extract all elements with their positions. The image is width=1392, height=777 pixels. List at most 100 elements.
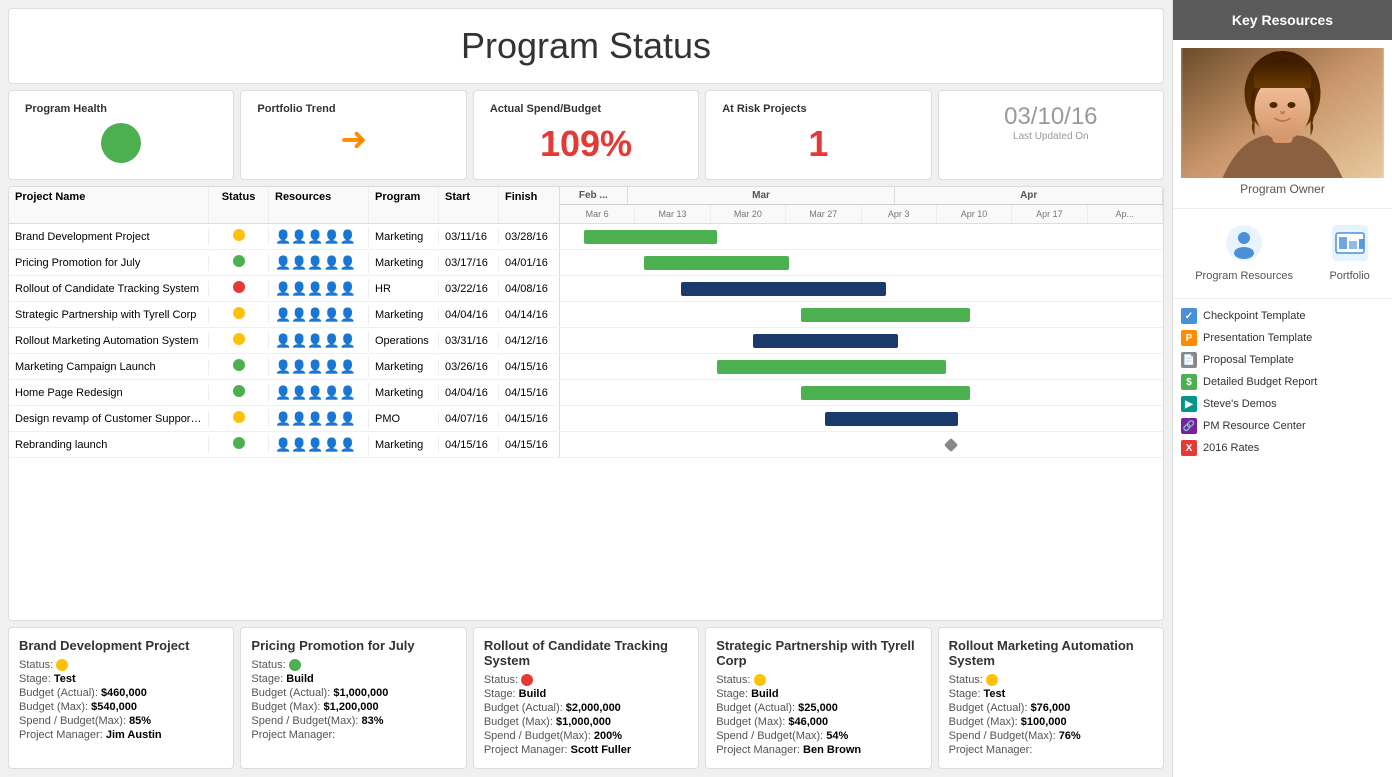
- resource-icon-filled: 👤: [324, 385, 340, 401]
- resource-icon-empty: 👤: [324, 411, 340, 427]
- card-pm-label: Project Manager:: [19, 729, 106, 741]
- kpi-actual-spend-label: Actual Spend/Budget: [490, 103, 682, 115]
- card-budget-max-row: Budget (Max): $1,200,000: [251, 701, 455, 713]
- resource-icon-filled: 👤: [307, 359, 323, 375]
- resource-icon-empty: 👤: [340, 281, 356, 297]
- project-card: Brand Development Project Status: Stage:…: [8, 627, 234, 769]
- gantt-row: [560, 380, 1163, 405]
- sidebar-link-proposal[interactable]: 📄 Proposal Template: [1181, 349, 1384, 371]
- table-row[interactable]: Rollout of Candidate Tracking System 👤👤👤…: [9, 276, 1163, 302]
- table-row[interactable]: Brand Development Project 👤👤👤👤👤 Marketin…: [9, 224, 1163, 250]
- cell-start: 04/04/16: [439, 385, 499, 401]
- card-pm-label: Project Manager:: [251, 729, 335, 741]
- card-budget-max-value: $46,000: [788, 716, 828, 728]
- table-row[interactable]: Rollout Marketing Automation System 👤👤👤👤…: [9, 328, 1163, 354]
- cell-start: 03/26/16: [439, 359, 499, 375]
- project-card: Rollout of Candidate Tracking System Sta…: [473, 627, 699, 769]
- kpi-at-risk-label: At Risk Projects: [722, 103, 914, 115]
- resource-icon-empty: 👤: [340, 359, 356, 375]
- resource-icon-filled: 👤: [291, 307, 307, 323]
- card-status-label: Status:: [949, 674, 986, 686]
- table-header: Project Name Status Resources Program St…: [9, 187, 1163, 224]
- sidebar-link-pm-resource-label: PM Resource Center: [1203, 420, 1306, 432]
- card-budget-actual-label: Budget (Actual):: [19, 687, 101, 699]
- gantt-container: [560, 406, 1163, 431]
- portfolio-trend-arrow: ➜: [257, 123, 449, 155]
- card-status-label: Status:: [484, 674, 521, 686]
- gantt-bar: [584, 230, 717, 244]
- card-stage-value: Test: [54, 673, 76, 685]
- card-budget-actual-label: Budget (Actual):: [484, 702, 566, 714]
- resource-icon-filled: 👤: [340, 385, 356, 401]
- card-spend-row: Spend / Budget(Max): 200%: [484, 730, 688, 742]
- sidebar-title: Key Resources: [1232, 12, 1333, 28]
- card-spend-value: 83%: [361, 715, 383, 727]
- sidebar-link-rates[interactable]: X 2016 Rates: [1181, 437, 1384, 459]
- card-stage-value: Build: [286, 673, 314, 685]
- row-left: Rollout of Candidate Tracking System 👤👤👤…: [9, 276, 560, 301]
- cell-resources: 👤👤👤👤👤: [269, 409, 369, 429]
- gantt-row: [560, 354, 1163, 379]
- gantt-container: [560, 250, 1163, 275]
- cell-resources: 👤👤👤👤👤: [269, 331, 369, 351]
- resource-icon-empty: 👤: [324, 333, 340, 349]
- table-row[interactable]: Rebranding launch 👤👤👤👤👤 Marketing 04/15/…: [9, 432, 1163, 458]
- cell-project-name: Rollout of Candidate Tracking System: [9, 281, 209, 297]
- card-status-label: Status:: [19, 659, 56, 671]
- card-budget-max-row: Budget (Max): $1,000,000: [484, 716, 688, 728]
- card-stage-value: Build: [519, 688, 547, 700]
- card-spend-label: Spend / Budget(Max):: [484, 730, 594, 742]
- card-pm-value: Ben Brown: [803, 744, 861, 756]
- table-row[interactable]: Marketing Campaign Launch 👤👤👤👤👤 Marketin…: [9, 354, 1163, 380]
- program-resources-icon: [1226, 225, 1262, 268]
- table-row[interactable]: Strategic Partnership with Tyrell Corp 👤…: [9, 302, 1163, 328]
- status-dot: [233, 281, 245, 293]
- kpi-portfolio-trend-label: Portfolio Trend: [257, 103, 449, 115]
- cell-project-name: Rollout Marketing Automation System: [9, 333, 209, 349]
- col-header-resources: Resources: [269, 187, 369, 223]
- portfolio-item[interactable]: Portfolio: [1321, 217, 1377, 290]
- gantt-bar: [753, 334, 898, 348]
- cell-program: Marketing: [369, 229, 439, 245]
- cell-status: [209, 435, 269, 454]
- sidebar-link-pm-resource[interactable]: 🔗 PM Resource Center: [1181, 415, 1384, 437]
- sidebar-icons-row: Program Resources Portfolio: [1173, 209, 1392, 299]
- sidebar-link-checkpoint[interactable]: ✓ Checkpoint Template: [1181, 305, 1384, 327]
- cell-finish: 04/15/16: [499, 359, 559, 375]
- sidebar: Key Resources: [1172, 0, 1392, 777]
- resource-icon-empty: 👤: [340, 229, 356, 245]
- resource-icon-empty: 👤: [275, 281, 291, 297]
- sidebar-link-demos[interactable]: ▶ Steve's Demos: [1181, 393, 1384, 415]
- owner-photo-svg: [1181, 48, 1384, 178]
- rates-icon: X: [1181, 440, 1197, 456]
- program-resources-item[interactable]: Program Resources: [1187, 217, 1301, 290]
- card-budget-max-row: Budget (Max): $100,000: [949, 716, 1153, 728]
- row-left: Rebranding launch 👤👤👤👤👤 Marketing 04/15/…: [9, 432, 560, 457]
- sidebar-link-presentation[interactable]: P Presentation Template: [1181, 327, 1384, 349]
- card-stage-row: Stage: Build: [716, 688, 920, 700]
- table-row[interactable]: Pricing Promotion for July 👤👤👤👤👤 Marketi…: [9, 250, 1163, 276]
- card-budget-actual-row: Budget (Actual): $2,000,000: [484, 702, 688, 714]
- card-pm-row: Project Manager: Jim Austin: [19, 729, 223, 741]
- cell-finish: 03/28/16: [499, 229, 559, 245]
- card-status-dot: [754, 674, 766, 686]
- card-spend-label: Spend / Budget(Max):: [251, 715, 361, 727]
- project-card: Pricing Promotion for July Status: Stage…: [240, 627, 466, 769]
- gantt-row: [560, 224, 1163, 249]
- cell-program: Marketing: [369, 255, 439, 271]
- cell-project-name: Pricing Promotion for July: [9, 255, 209, 271]
- sidebar-link-budget[interactable]: $ Detailed Budget Report: [1181, 371, 1384, 393]
- card-spend-row: Spend / Budget(Max): 76%: [949, 730, 1153, 742]
- program-resources-label: Program Resources: [1195, 270, 1293, 282]
- resource-icon-filled: 👤: [340, 437, 356, 453]
- status-dot: [233, 385, 245, 397]
- pm-resource-icon: 🔗: [1181, 418, 1197, 434]
- row-left: Rollout Marketing Automation System 👤👤👤👤…: [9, 328, 560, 353]
- cell-finish: 04/15/16: [499, 411, 559, 427]
- cell-program: Marketing: [369, 307, 439, 323]
- card-status-label: Status:: [251, 659, 288, 671]
- card-status-row: Status:: [251, 659, 455, 671]
- card-budget-actual-value: $1,000,000: [333, 687, 388, 699]
- table-row[interactable]: Home Page Redesign 👤👤👤👤👤 Marketing 04/04…: [9, 380, 1163, 406]
- table-row[interactable]: Design revamp of Customer Support Page 👤…: [9, 406, 1163, 432]
